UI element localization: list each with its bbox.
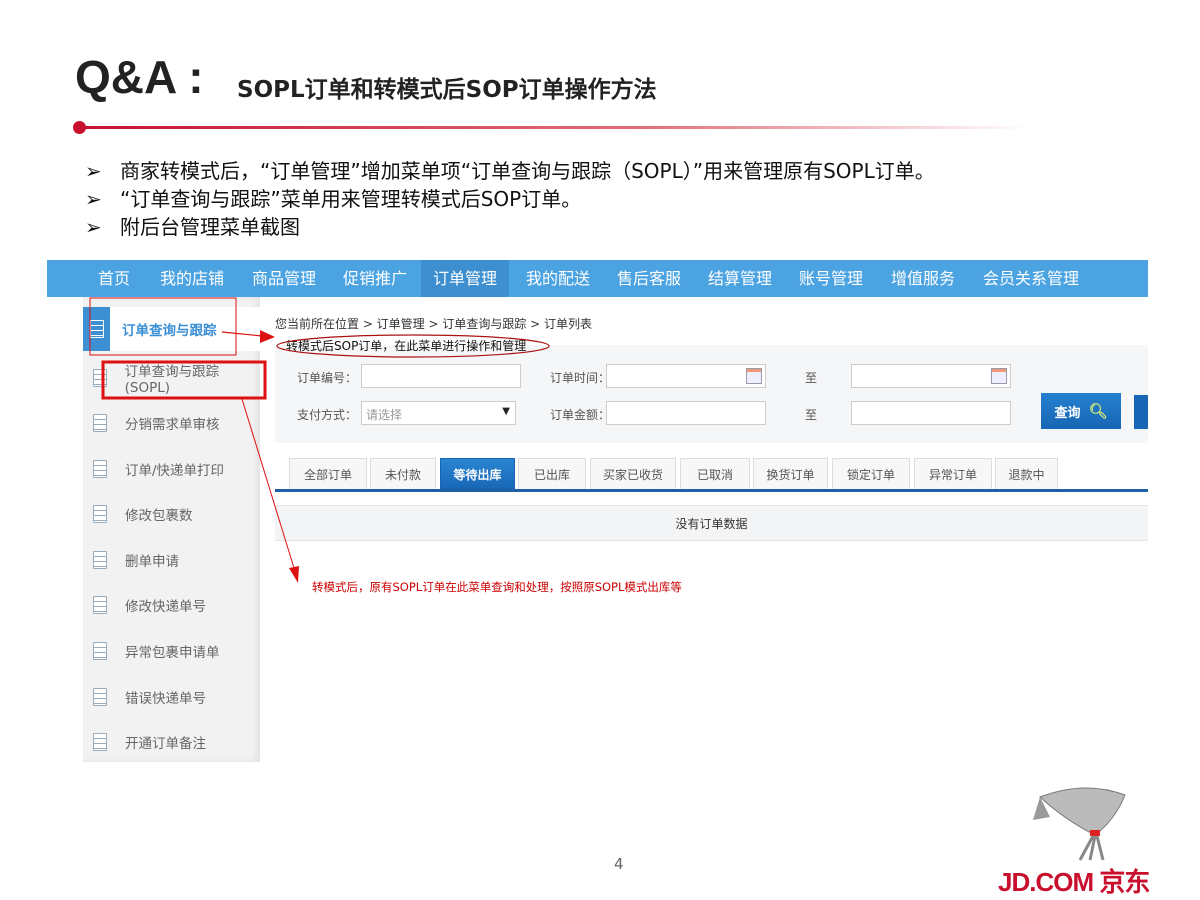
annotation-ellipse	[276, 334, 550, 358]
arrow-head-icon	[260, 330, 275, 343]
annotation-arrow-line	[221, 331, 263, 337]
page-number: 4	[614, 855, 624, 873]
jd-logo-text: JD.COM 京东	[998, 867, 1150, 897]
arrow-head-icon	[289, 566, 299, 583]
highlight-box-sopl	[101, 360, 267, 400]
annotation-arrow-line	[241, 398, 295, 569]
highlight-box-order-query	[89, 297, 237, 356]
annotation-overlay	[89, 297, 550, 583]
